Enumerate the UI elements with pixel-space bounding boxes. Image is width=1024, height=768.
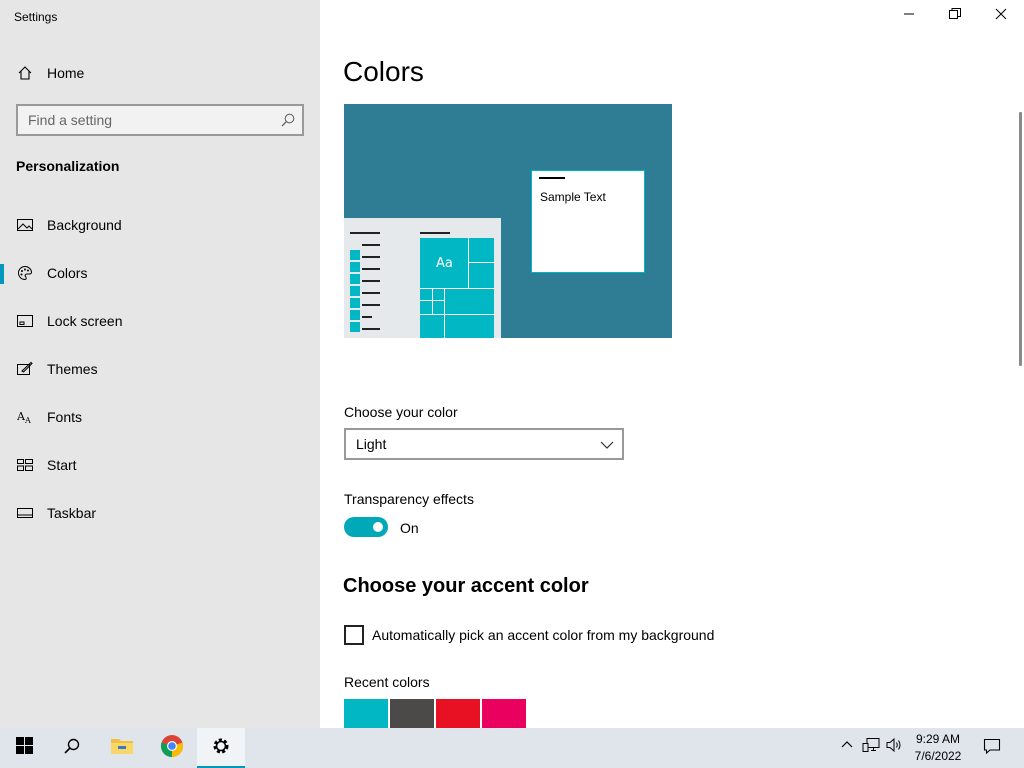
transparency-toggle[interactable] (344, 517, 388, 537)
toggle-knob (373, 522, 383, 532)
clock[interactable]: 9:29 AM 7/6/2022 (906, 731, 970, 765)
search-box[interactable] (16, 104, 304, 136)
auto-accent-checkbox[interactable] (344, 625, 364, 645)
taskbar-icon (16, 504, 34, 522)
chevron-up-icon (841, 738, 853, 756)
volume-button[interactable] (886, 737, 904, 758)
sidebar-item-themes[interactable]: Themes (0, 349, 320, 389)
minimize-icon (903, 7, 915, 25)
sidebar-item-colors[interactable]: Colors (0, 253, 320, 293)
settings-taskbar-button[interactable] (197, 728, 245, 768)
sidebar: Settings Home Personalization Background… (0, 0, 320, 728)
accent-heading: Choose your accent color (343, 575, 589, 597)
close-button[interactable] (978, 0, 1024, 32)
scrollbar[interactable] (1019, 112, 1022, 366)
chrome-icon (160, 734, 184, 763)
clock-date: 7/6/2022 (914, 749, 962, 763)
sidebar-item-label: Lock screen (47, 313, 123, 329)
home-icon (16, 64, 34, 82)
sidebar-item-label: Themes (47, 361, 98, 377)
notification-icon (983, 737, 1001, 760)
windows-start-icon (15, 737, 33, 759)
selection-indicator (0, 264, 4, 284)
picture-icon (16, 216, 34, 234)
preview-start-menu: Aa (344, 218, 501, 338)
preview-sample-window: Sample Text (531, 170, 645, 273)
app-title: Settings (14, 10, 58, 24)
transparency-state: On (400, 520, 419, 536)
sidebar-item-fonts[interactable]: AA Fonts (0, 397, 320, 437)
choose-color-label: Choose your color (344, 404, 458, 420)
lock-screen-icon (16, 312, 34, 330)
chrome-button[interactable] (148, 728, 196, 768)
search-input[interactable] (18, 106, 268, 134)
nav-home[interactable]: Home (0, 53, 320, 93)
search-icon (63, 737, 81, 760)
network-button[interactable] (862, 737, 880, 758)
auto-accent-label[interactable]: Automatically pick an accent color from … (372, 627, 714, 643)
palette-icon (16, 264, 34, 282)
close-icon (995, 7, 1007, 25)
themes-icon (16, 360, 34, 378)
preview-tile-text: Aa (436, 256, 453, 271)
sidebar-item-background[interactable]: Background (0, 205, 320, 245)
choose-color-dropdown[interactable]: Light (344, 428, 624, 460)
recent-color-swatch[interactable] (482, 699, 526, 728)
action-center-button[interactable] (982, 738, 1002, 758)
search-icon[interactable] (280, 112, 296, 128)
search-taskbar-button[interactable] (48, 728, 96, 768)
start-icon (16, 456, 34, 474)
transparency-label: Transparency effects (344, 491, 474, 507)
start-button[interactable] (0, 728, 48, 768)
recent-color-swatch[interactable] (344, 699, 388, 728)
show-hidden-icons-button[interactable] (838, 738, 856, 756)
clock-time: 9:29 AM (915, 732, 961, 746)
restore-button[interactable] (932, 0, 978, 32)
restore-icon (949, 7, 961, 25)
recent-colors-label: Recent colors (344, 674, 430, 690)
chevron-down-icon (600, 438, 614, 452)
page-title: Colors (343, 56, 424, 87)
sidebar-item-taskbar[interactable]: Taskbar (0, 493, 320, 533)
sidebar-item-label: Background (47, 217, 122, 233)
fonts-icon: AA (16, 408, 34, 426)
recent-color-swatch[interactable] (390, 699, 434, 728)
network-icon (862, 737, 880, 758)
sidebar-item-label: Start (47, 457, 77, 473)
choose-color-value: Light (356, 436, 387, 452)
file-explorer-button[interactable] (98, 728, 146, 768)
file-explorer-icon (110, 736, 134, 761)
section-heading: Personalization (16, 158, 120, 174)
recent-color-swatch[interactable] (436, 699, 480, 728)
color-preview: Aa Sample Text (344, 104, 672, 338)
sidebar-item-label: Taskbar (47, 505, 97, 521)
volume-icon (886, 737, 904, 758)
preview-tiles: Aa (420, 238, 494, 338)
sidebar-item-label: Colors (47, 265, 88, 281)
sidebar-item-start[interactable]: Start (0, 445, 320, 485)
preview-sample-text: Sample Text (540, 190, 606, 204)
nav-home-label: Home (47, 65, 85, 81)
minimize-button[interactable] (886, 0, 932, 32)
sidebar-item-lock-screen[interactable]: Lock screen (0, 301, 320, 341)
svg-text:A: A (24, 416, 31, 425)
sidebar-item-label: Fonts (47, 409, 83, 425)
settings-gear-icon (211, 736, 231, 761)
taskbar: 9:29 AM 7/6/2022 (0, 728, 1024, 768)
